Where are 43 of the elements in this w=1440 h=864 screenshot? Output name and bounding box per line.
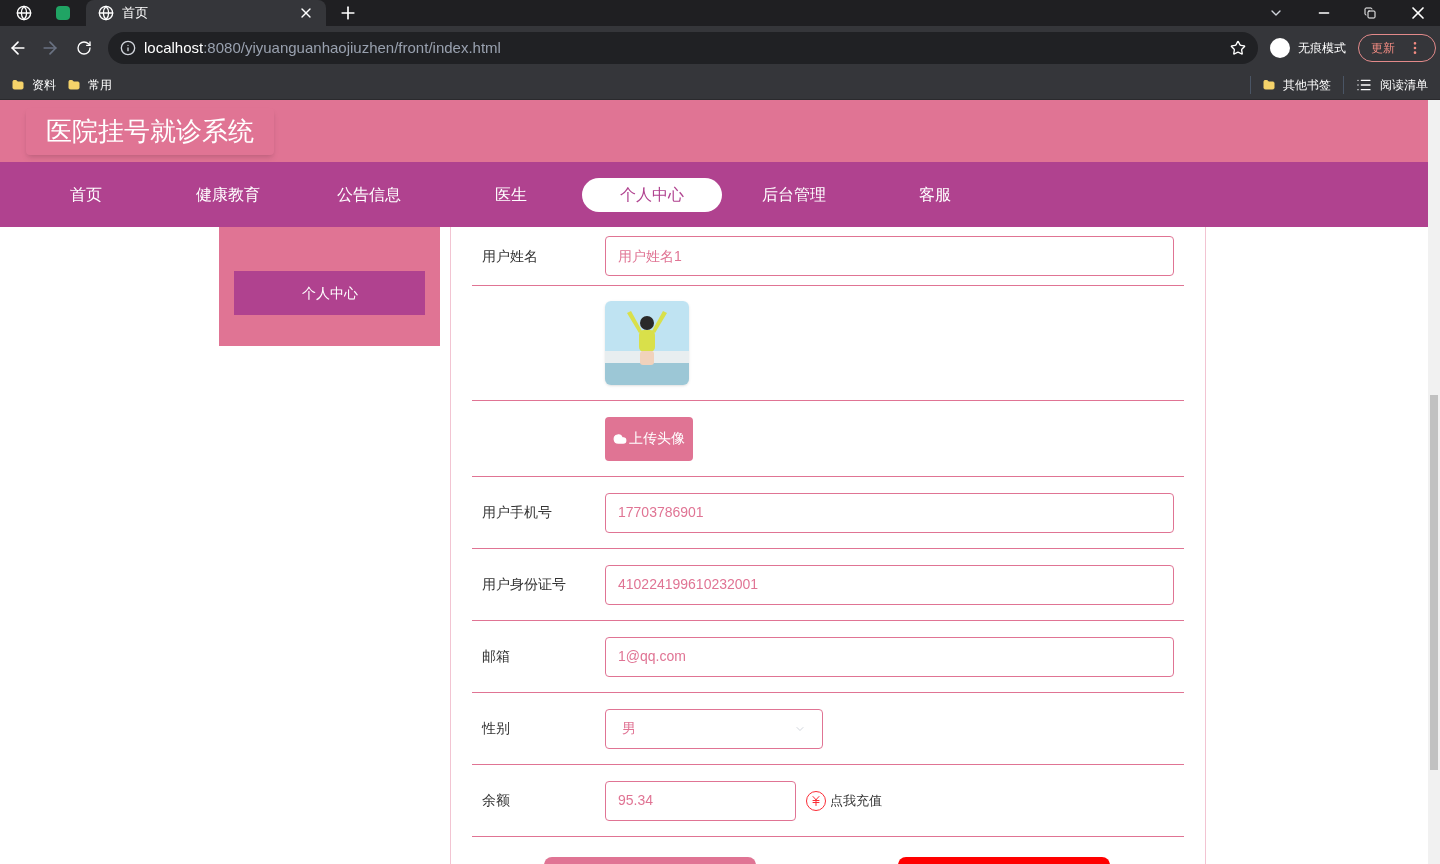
bookmark[interactable]: 其他书签	[1250, 75, 1331, 94]
profile-button[interactable]: 无痕模式	[1270, 38, 1346, 58]
recharge-link[interactable]: 点我充值	[806, 790, 882, 811]
scrollbar[interactable]	[1428, 100, 1440, 864]
field-label: 余额	[481, 791, 511, 810]
url-path: :8080/yiyuanguanhaojiuzhen/front/index.html	[203, 37, 501, 58]
nav-tab[interactable]: 客服	[865, 177, 1005, 212]
field-label: 用户手机号	[481, 503, 553, 522]
browser-tab[interactable]: 首页	[86, 0, 326, 26]
nav-tab[interactable]: 健康教育	[157, 177, 298, 212]
incognito-icon	[1270, 38, 1290, 58]
field-label: 用户身份证号	[481, 575, 567, 594]
restore-icon[interactable]	[1364, 7, 1376, 19]
bookmark[interactable]: 资料	[12, 75, 56, 94]
bookmark[interactable]: 阅读清单	[1343, 75, 1428, 94]
reload-icon[interactable]	[76, 40, 92, 56]
bookmark[interactable]: 常用	[68, 75, 112, 94]
sheet-app-icon[interactable]	[56, 6, 70, 20]
tab-title: 首页	[122, 4, 149, 23]
site-title: 医院挂号就诊系统	[26, 107, 274, 155]
cloud-upload-icon	[613, 431, 627, 446]
nav-tab[interactable]: 首页	[16, 177, 156, 212]
info-icon	[120, 40, 136, 56]
field-label: 性别	[480, 719, 511, 738]
text-input[interactable]: 410224199610232001	[605, 564, 1174, 605]
sidebar-item[interactable]: 个人中心	[234, 271, 425, 315]
nav-tab[interactable]: 医生	[440, 177, 581, 212]
star-icon[interactable]	[1230, 40, 1246, 56]
field-label: 邮箱	[481, 647, 511, 666]
nav-tab[interactable]: 个人中心	[582, 177, 722, 212]
address-bar[interactable]: localhost:8080/yiyuanguanhaojiuzhen/front/index.html	[108, 32, 1258, 64]
text-input[interactable]: 17703786901	[605, 492, 1174, 533]
text-input[interactable]: 1@qq.com	[605, 636, 1174, 677]
balance-input[interactable]: 95.34	[605, 780, 796, 821]
text-input[interactable]: 用户姓名1	[605, 236, 1174, 276]
gender-select[interactable]: 男	[605, 708, 823, 749]
globe-icon[interactable]	[16, 5, 32, 21]
globe-icon	[98, 5, 114, 21]
nav-tab[interactable]: 公告信息	[299, 177, 439, 212]
nav-tab[interactable]: 后台管理	[723, 177, 864, 212]
url-host: localhost	[144, 37, 204, 58]
field-label: 用户姓名	[481, 246, 539, 266]
upload-avatar-button[interactable]: 上传头像	[605, 416, 693, 461]
